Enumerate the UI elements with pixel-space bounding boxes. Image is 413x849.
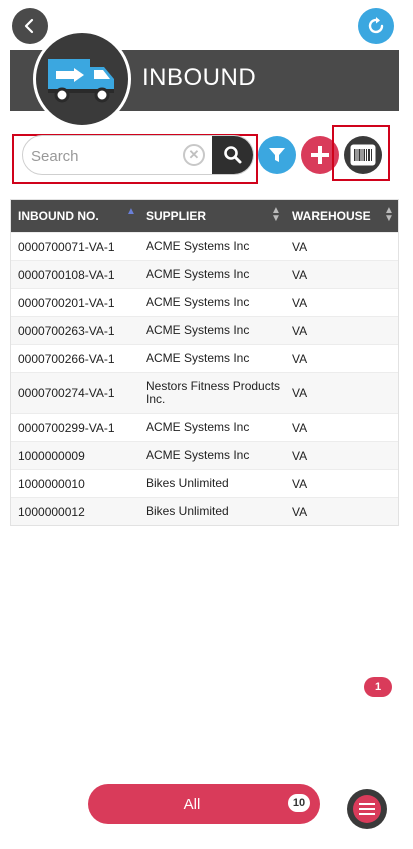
table-header: INBOUND NO. ▲ SUPPLIER ▲ ▼ WAREHOUSE ▲ ▼ — [11, 200, 398, 232]
refresh-icon — [368, 17, 384, 34]
back-button[interactable] — [12, 8, 48, 44]
inbound-no-cell: 0000700201-VA-1 — [18, 296, 115, 310]
table-row[interactable]: 1000000012 Bikes Unlimited VA — [11, 497, 398, 525]
barcode-icon — [350, 144, 376, 166]
inbound-no-cell: 0000700274-VA-1 — [18, 386, 115, 400]
warehouse-cell: VA — [292, 296, 308, 310]
table-row[interactable]: 0000700108-VA-1 ACME Systems Inc VA — [11, 260, 398, 288]
supplier-cell: ACME Systems Inc — [146, 323, 250, 337]
supplier-cell: ACME Systems Inc — [146, 239, 250, 253]
warehouse-cell: VA — [292, 240, 308, 254]
search-input[interactable] — [29, 136, 183, 174]
warehouse-cell: VA — [292, 477, 308, 491]
warehouse-cell: VA — [292, 386, 308, 400]
search-icon — [224, 146, 242, 164]
menu-button[interactable] — [347, 789, 387, 829]
clear-icon[interactable]: ✕ — [183, 144, 205, 166]
warehouse-cell: VA — [292, 268, 308, 282]
status-filter-label: All — [183, 795, 201, 813]
search-bar: ✕ — [22, 135, 254, 175]
table-row[interactable]: 0000700299-VA-1 ACME Systems Inc VA — [11, 413, 398, 441]
barcode-scan-button[interactable] — [344, 136, 382, 174]
table-row[interactable]: 0000700274-VA-1 Nestors Fitness Products… — [11, 372, 398, 413]
inbound-no-cell: 1000000012 — [18, 505, 85, 519]
plus-icon — [311, 146, 329, 164]
search-button[interactable] — [212, 136, 253, 174]
page-title: INBOUND — [142, 64, 257, 91]
supplier-cell: ACME Systems Inc — [146, 351, 250, 365]
truck-inbound-icon — [33, 30, 131, 128]
warehouse-cell: VA — [292, 505, 308, 519]
count-badge: 10 — [288, 794, 310, 812]
supplier-cell: ACME Systems Inc — [146, 267, 250, 281]
inbound-no-cell: 0000700071-VA-1 — [18, 240, 115, 254]
table-row[interactable]: 0000700201-VA-1 ACME Systems Inc VA — [11, 288, 398, 316]
sort-ascending-icon[interactable]: ▲ — [126, 207, 136, 217]
inbound-no-cell: 1000000010 — [18, 477, 85, 491]
warehouse-cell: VA — [292, 449, 308, 463]
sort-icon[interactable]: ▲ ▼ — [384, 206, 394, 224]
inbound-no-cell: 0000700299-VA-1 — [18, 421, 115, 435]
refresh-button[interactable] — [358, 8, 394, 44]
table-row[interactable]: 1000000009 ACME Systems Inc VA — [11, 441, 398, 469]
warehouse-cell: VA — [292, 324, 308, 338]
sort-icon[interactable]: ▲ ▼ — [271, 206, 281, 224]
supplier-cell: ACME Systems Inc — [146, 448, 250, 462]
table-row[interactable]: 1000000010 Bikes Unlimited VA — [11, 469, 398, 497]
warehouse-cell: VA — [292, 421, 308, 435]
supplier-cell: ACME Systems Inc — [146, 295, 250, 309]
column-header-supplier[interactable]: SUPPLIER — [146, 209, 206, 223]
supplier-cell: Bikes Unlimited — [146, 476, 229, 490]
table-body: 0000700071-VA-1 ACME Systems Inc VA 0000… — [11, 232, 398, 525]
inbound-table: INBOUND NO. ▲ SUPPLIER ▲ ▼ WAREHOUSE ▲ ▼ 0… — [10, 199, 399, 526]
table-row[interactable]: 0000700263-VA-1 ACME Systems Inc VA — [11, 316, 398, 344]
table-row[interactable]: 0000700266-VA-1 ACME Systems Inc VA — [11, 344, 398, 372]
warehouse-cell: VA — [292, 352, 308, 366]
chevron-left-icon — [24, 18, 34, 34]
page-number-badge[interactable]: 1 — [364, 677, 392, 697]
supplier-cell: Bikes Unlimited — [146, 504, 229, 518]
filter-button[interactable] — [258, 136, 296, 174]
inbound-no-cell: 0000700263-VA-1 — [18, 324, 115, 338]
inbound-no-cell: 0000700266-VA-1 — [18, 352, 115, 366]
column-header-inbound-no[interactable]: INBOUND NO. — [18, 209, 99, 223]
supplier-cell: Nestors Fitness Products Inc. — [146, 379, 281, 406]
column-header-warehouse[interactable]: WAREHOUSE — [292, 209, 371, 223]
menu-icon — [353, 795, 381, 823]
table-row[interactable]: 0000700071-VA-1 ACME Systems Inc VA — [11, 232, 398, 260]
supplier-cell: ACME Systems Inc — [146, 420, 250, 434]
inbound-no-cell: 1000000009 — [18, 449, 85, 463]
inbound-no-cell: 0000700108-VA-1 — [18, 268, 115, 282]
status-filter-button[interactable]: All 10 — [88, 784, 320, 824]
filter-icon — [269, 148, 285, 162]
